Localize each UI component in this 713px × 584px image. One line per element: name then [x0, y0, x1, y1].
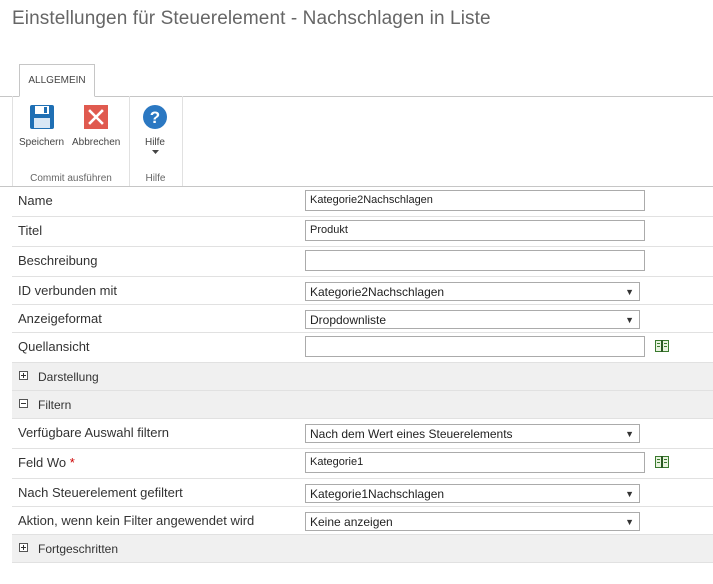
close-icon — [84, 105, 109, 129]
titel-input[interactable]: Produkt — [305, 220, 645, 241]
label-feld-wo: Feld Wo * — [18, 455, 75, 470]
label-id-verbunden: ID verbunden mit — [18, 283, 117, 298]
label-beschreibung: Beschreibung — [18, 253, 98, 268]
expand-icon — [19, 371, 28, 380]
label-titel: Titel — [18, 223, 43, 238]
name-input[interactable]: Kategorie2Nachschlagen — [305, 190, 645, 211]
help-icon: ? — [143, 105, 167, 129]
feld-wo-label-text: Feld Wo — [18, 455, 67, 470]
row-quellansicht: Quellansicht — [12, 333, 713, 363]
dropdown-arrow-icon: ▼ — [625, 489, 634, 499]
row-id-verbunden: ID verbunden mit Kategorie2Nachschlagen … — [12, 277, 713, 305]
label-aktion-kein-filter: Aktion, wenn kein Filter angewendet wird — [18, 513, 255, 528]
save-icon — [29, 105, 54, 129]
aktion-kein-filter-value: Keine anzeigen — [310, 515, 393, 529]
beschreibung-input[interactable] — [305, 250, 645, 271]
anzeigeformat-value: Dropdownliste — [310, 313, 387, 327]
section-fortgeschritten[interactable]: Fortgeschritten — [12, 535, 713, 563]
label-anzeigeformat: Anzeigeformat — [18, 311, 102, 326]
required-mark: * — [69, 455, 75, 470]
anzeigeformat-select[interactable]: Dropdownliste ▼ — [305, 310, 640, 329]
save-button[interactable]: Speichern — [19, 104, 64, 148]
row-feld-wo: Feld Wo * Kategorie1 — [12, 449, 713, 479]
ribbon-tab-bar: ALLGEMEIN — [0, 64, 713, 97]
tab-allgemein[interactable]: ALLGEMEIN — [19, 64, 95, 97]
page-title: Einstellungen für Steuerelement - Nachsc… — [12, 8, 491, 29]
dropdown-arrow-icon: ▼ — [625, 315, 634, 325]
save-button-label: Speichern — [19, 137, 65, 148]
row-nach-steuerelement: Nach Steuerelement gefiltert Kategorie1N… — [12, 479, 713, 507]
section-fortgeschritten-label: Fortgeschritten — [38, 542, 119, 556]
section-darstellung-label: Darstellung — [38, 370, 99, 384]
chevron-down-icon — [151, 150, 159, 154]
ribbon: Speichern Abbrechen Commit ausführen ? H… — [0, 96, 713, 187]
collapse-icon — [19, 399, 28, 408]
section-darstellung[interactable]: Darstellung — [12, 363, 713, 391]
cancel-button[interactable]: Abbrechen — [72, 104, 120, 148]
aktion-kein-filter-select[interactable]: Keine anzeigen ▼ — [305, 512, 640, 531]
dropdown-arrow-icon: ▼ — [625, 517, 634, 527]
section-filtern-label: Filtern — [38, 398, 72, 412]
row-aktion-kein-filter: Aktion, wenn kein Filter angewendet wird… — [12, 507, 713, 535]
expand-icon — [19, 543, 28, 552]
address-book-icon[interactable] — [654, 455, 670, 469]
svg-text:?: ? — [150, 108, 160, 127]
auswahl-filtern-value: Nach dem Wert eines Steuerelements — [310, 427, 513, 441]
label-nach-steuerelement: Nach Steuerelement gefiltert — [18, 485, 183, 500]
id-verbunden-value: Kategorie2Nachschlagen — [310, 285, 445, 299]
feld-wo-input[interactable]: Kategorie1 — [305, 452, 645, 473]
row-auswahl-filtern: Verfügbare Auswahl filtern Nach dem Wert… — [12, 419, 713, 449]
row-titel: Titel Produkt — [12, 217, 713, 247]
ribbon-group-help: ? Hilfe Hilfe — [129, 96, 183, 186]
section-filtern[interactable]: Filtern — [12, 391, 713, 419]
row-anzeigeformat: Anzeigeformat Dropdownliste ▼ — [12, 305, 713, 333]
cancel-button-label: Abbrechen — [72, 137, 121, 148]
help-button-label: Hilfe — [144, 137, 165, 148]
help-button[interactable]: ? Hilfe — [142, 104, 168, 155]
nach-steuerelement-select[interactable]: Kategorie1Nachschlagen ▼ — [305, 484, 640, 503]
label-auswahl-filtern: Verfügbare Auswahl filtern — [18, 425, 170, 440]
nach-steuerelement-value: Kategorie1Nachschlagen — [310, 487, 445, 501]
dropdown-arrow-icon: ▼ — [625, 429, 634, 439]
ribbon-group-commit: Speichern Abbrechen Commit ausführen — [12, 96, 130, 186]
label-name: Name — [18, 193, 53, 208]
id-verbunden-select[interactable]: Kategorie2Nachschlagen ▼ — [305, 282, 640, 301]
settings-form: Name Kategorie2Nachschlagen Titel Produk… — [12, 187, 713, 563]
ribbon-group-label-help: Hilfe — [145, 173, 166, 184]
label-quellansicht: Quellansicht — [18, 339, 90, 354]
address-book-icon[interactable] — [654, 339, 670, 353]
row-beschreibung: Beschreibung — [12, 247, 713, 277]
ribbon-group-label-commit: Commit ausführen — [30, 173, 112, 184]
row-name: Name Kategorie2Nachschlagen — [12, 187, 713, 217]
auswahl-filtern-select[interactable]: Nach dem Wert eines Steuerelements ▼ — [305, 424, 640, 443]
quellansicht-input[interactable] — [305, 336, 645, 357]
dropdown-arrow-icon: ▼ — [625, 287, 634, 297]
